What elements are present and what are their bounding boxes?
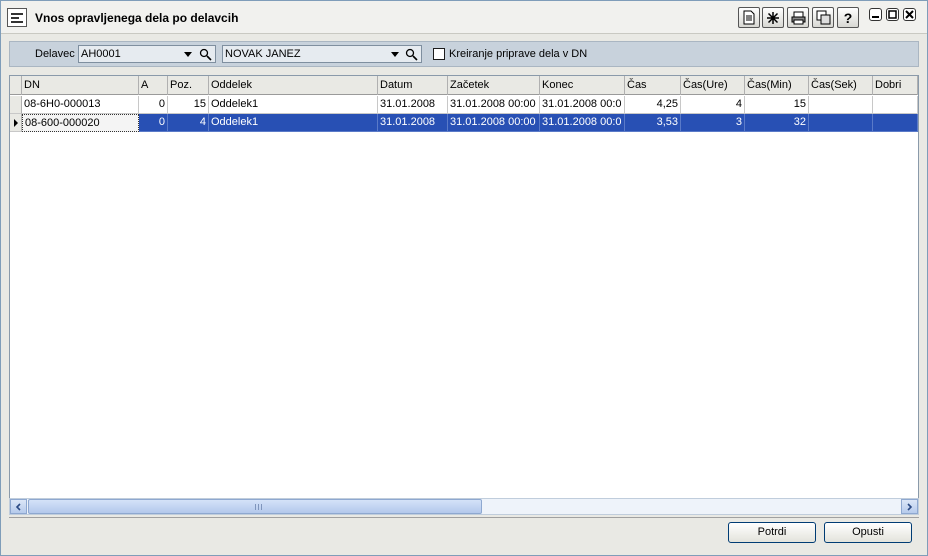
- column-header-poz[interactable]: Poz.: [168, 76, 209, 95]
- scroll-right-button[interactable]: [901, 499, 918, 514]
- cell-datum[interactable]: 31.01.2008: [378, 96, 448, 114]
- copy-button[interactable]: [812, 7, 834, 28]
- minimize-icon: [872, 16, 879, 18]
- help-button[interactable]: ?: [837, 7, 859, 28]
- chevron-down-icon[interactable]: [184, 52, 192, 57]
- cell-cas-sek[interactable]: [809, 96, 873, 114]
- print-icon: [791, 11, 805, 24]
- close-button[interactable]: [903, 8, 916, 21]
- data-grid[interactable]: DN A Poz. Oddelek Datum Začetek Konec Ča…: [9, 75, 919, 515]
- cell-datum[interactable]: 31.01.2008: [378, 114, 448, 132]
- table-row[interactable]: 08-6H0-000013 0 15 Oddelek1 31.01.2008 3…: [10, 96, 918, 114]
- potrdi-button[interactable]: Potrdi: [728, 522, 816, 543]
- copy-icon: [816, 10, 830, 25]
- title-bar: Vnos opravljenega dela po delavcih ?: [1, 1, 927, 34]
- delavec-code-combo[interactable]: AH0001: [78, 45, 216, 63]
- search-icon[interactable]: [405, 48, 418, 61]
- cell-dn[interactable]: 08-6H0-000013: [22, 96, 139, 114]
- delavec-code-value: AH0001: [81, 48, 121, 60]
- print-button[interactable]: [787, 7, 809, 28]
- delavec-label: Delavec: [35, 48, 75, 60]
- horizontal-scrollbar[interactable]: [9, 498, 919, 515]
- cell-oddelek[interactable]: Oddelek1: [209, 114, 378, 132]
- kreiranje-checkbox[interactable]: [433, 48, 445, 60]
- cell-cas-ure[interactable]: 3: [681, 114, 745, 132]
- maximize-button[interactable]: [886, 8, 899, 21]
- column-header-cas-min[interactable]: Čas(Min): [745, 76, 809, 95]
- cell-zacetek[interactable]: 31.01.2008 00:00: [448, 114, 540, 132]
- row-indicator[interactable]: [10, 96, 22, 114]
- help-icon: ?: [843, 9, 853, 26]
- filter-bar: Delavec AH0001 NOVAK JANEZ Kreiranje pri…: [9, 41, 919, 67]
- chevron-right-icon: [907, 502, 913, 511]
- cell-a[interactable]: 0: [139, 96, 168, 114]
- scroll-left-button[interactable]: [10, 499, 27, 514]
- close-icon: [905, 10, 914, 19]
- maximize-icon: [888, 10, 897, 19]
- cell-dobri[interactable]: [873, 114, 918, 132]
- header-indicator: [10, 76, 22, 95]
- button-bar: Potrdi Opusti: [9, 517, 919, 547]
- cell-oddelek[interactable]: Oddelek1: [209, 96, 378, 114]
- asterisk-button[interactable]: [762, 7, 784, 28]
- chevron-left-icon: [15, 502, 21, 511]
- grid-header: DN A Poz. Oddelek Datum Začetek Konec Ča…: [10, 76, 918, 95]
- minimize-button[interactable]: [869, 8, 882, 21]
- column-header-cas-ure[interactable]: Čas(Ure): [681, 76, 745, 95]
- cell-cas-min[interactable]: 32: [745, 114, 809, 132]
- table-row-selected[interactable]: 08-600-000020 0 4 Oddelek1 31.01.2008 31…: [10, 114, 918, 132]
- app-icon: [7, 8, 27, 27]
- cell-a[interactable]: 0: [139, 114, 168, 132]
- cell-dn[interactable]: 08-600-000020: [22, 114, 139, 132]
- column-header-a[interactable]: A: [139, 76, 168, 95]
- new-document-icon: [743, 10, 755, 25]
- cell-konec[interactable]: 31.01.2008 00:0: [540, 114, 625, 132]
- cell-cas[interactable]: 3,53: [625, 114, 681, 132]
- column-header-dobri[interactable]: Dobri: [873, 76, 918, 95]
- window-title: Vnos opravljenega dela po delavcih: [35, 11, 239, 25]
- cell-cas-ure[interactable]: 4: [681, 96, 745, 114]
- cell-cas-sek[interactable]: [809, 114, 873, 132]
- cell-zacetek[interactable]: 31.01.2008 00:00: [448, 96, 540, 114]
- app-window: Vnos opravljenega dela po delavcih ? Del…: [0, 0, 928, 556]
- new-document-button[interactable]: [738, 7, 760, 28]
- column-header-cas[interactable]: Čas: [625, 76, 681, 95]
- delavec-name-combo[interactable]: NOVAK JANEZ: [222, 45, 422, 63]
- column-header-konec[interactable]: Konec: [540, 76, 625, 95]
- row-indicator-current[interactable]: [10, 114, 22, 132]
- kreiranje-checkbox-label: Kreiranje priprave dela v DN: [449, 48, 588, 60]
- chevron-down-icon[interactable]: [391, 52, 399, 57]
- column-header-dn[interactable]: DN: [22, 76, 139, 95]
- column-header-cas-sek[interactable]: Čas(Sek): [809, 76, 873, 95]
- current-row-icon: [14, 119, 18, 127]
- scroll-thumb[interactable]: [28, 499, 482, 514]
- delavec-name-value: NOVAK JANEZ: [225, 48, 301, 60]
- column-header-oddelek[interactable]: Oddelek: [209, 76, 378, 95]
- column-header-datum[interactable]: Datum: [378, 76, 448, 95]
- cell-dobri[interactable]: [873, 96, 918, 114]
- cell-poz[interactable]: 4: [168, 114, 209, 132]
- search-icon[interactable]: [199, 48, 212, 61]
- column-header-zacetek[interactable]: Začetek: [448, 76, 540, 95]
- opusti-button[interactable]: Opusti: [824, 522, 912, 543]
- cell-poz[interactable]: 15: [168, 96, 209, 114]
- asterisk-icon: [767, 11, 779, 24]
- cell-cas[interactable]: 4,25: [625, 96, 681, 114]
- cell-konec[interactable]: 31.01.2008 00:0: [540, 96, 625, 114]
- cell-cas-min[interactable]: 15: [745, 96, 809, 114]
